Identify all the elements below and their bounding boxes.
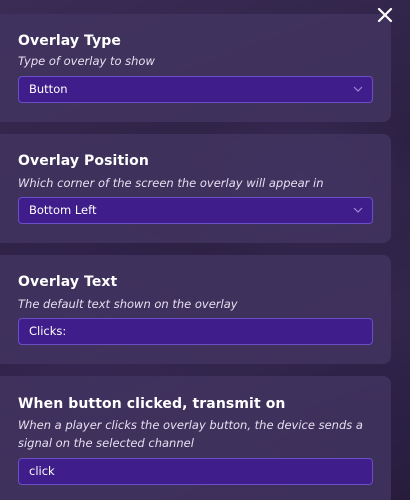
close-button[interactable] <box>374 4 396 28</box>
overlay-position-section: Overlay Position Which corner of the scr… <box>0 134 391 243</box>
overlay-text-input[interactable]: Clicks: <box>18 318 373 345</box>
overlay-position-dropdown[interactable]: Bottom Left <box>18 197 373 224</box>
section-description: Which corner of the screen the overlay w… <box>18 176 324 190</box>
dropdown-value: Button <box>29 82 68 96</box>
section-description: Type of overlay to show <box>18 54 155 68</box>
section-description: The default text shown on the overlay <box>18 297 238 311</box>
chevron-down-icon <box>353 207 363 213</box>
input-value: click <box>29 464 55 478</box>
section-description: When a player clicks the overlay button,… <box>18 418 363 450</box>
overlay-type-section: Overlay Type Type of overlay to show But… <box>0 14 391 122</box>
section-title: When button clicked, transmit on <box>18 396 286 412</box>
chevron-down-icon <box>353 86 363 92</box>
dropdown-value: Bottom Left <box>29 203 97 217</box>
overlay-type-dropdown[interactable]: Button <box>18 76 373 103</box>
transmit-channel-input[interactable]: click <box>18 458 373 485</box>
input-value: Clicks: <box>29 324 67 338</box>
close-icon <box>377 7 393 23</box>
transmit-channel-section: When button clicked, transmit on When a … <box>0 376 391 500</box>
section-title: Overlay Position <box>18 153 149 169</box>
overlay-text-section: Overlay Text The default text shown on t… <box>0 255 391 364</box>
section-title: Overlay Type <box>18 33 121 49</box>
section-title: Overlay Text <box>18 274 118 290</box>
